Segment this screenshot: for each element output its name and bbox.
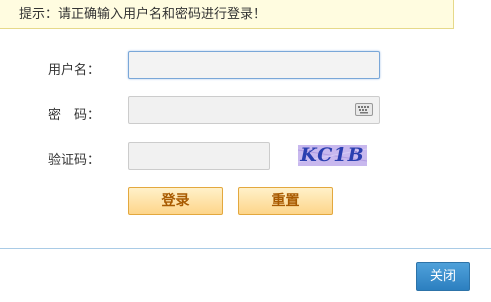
username-label: 用户名： bbox=[47, 63, 100, 78]
username-field[interactable] bbox=[128, 51, 380, 79]
captcha-field[interactable] bbox=[128, 142, 270, 170]
password-field[interactable] bbox=[128, 96, 380, 124]
captcha-input[interactable] bbox=[129, 143, 269, 169]
notice-text: 提示：请正确输入用户名和密码进行登录！ bbox=[19, 7, 267, 22]
captcha-label: 验证码： bbox=[47, 153, 100, 168]
password-label: 密 码： bbox=[47, 108, 100, 123]
keyboard-icon[interactable] bbox=[355, 103, 373, 116]
captcha-text: KC1B bbox=[300, 145, 365, 166]
login-dialog: 提示：请正确输入用户名和密码进行登录！ 用户名： 密 码： 验证码： KC1B … bbox=[0, 0, 491, 302]
close-button[interactable]: 关闭 bbox=[416, 262, 470, 291]
captcha-image[interactable]: KC1B bbox=[298, 145, 367, 166]
login-button[interactable]: 登录 bbox=[128, 187, 223, 215]
login-notice: 提示：请正确输入用户名和密码进行登录！ bbox=[0, 0, 454, 29]
password-input[interactable] bbox=[129, 97, 379, 123]
footer-divider bbox=[0, 248, 491, 249]
reset-button[interactable]: 重置 bbox=[238, 187, 333, 215]
username-input[interactable] bbox=[129, 52, 379, 78]
